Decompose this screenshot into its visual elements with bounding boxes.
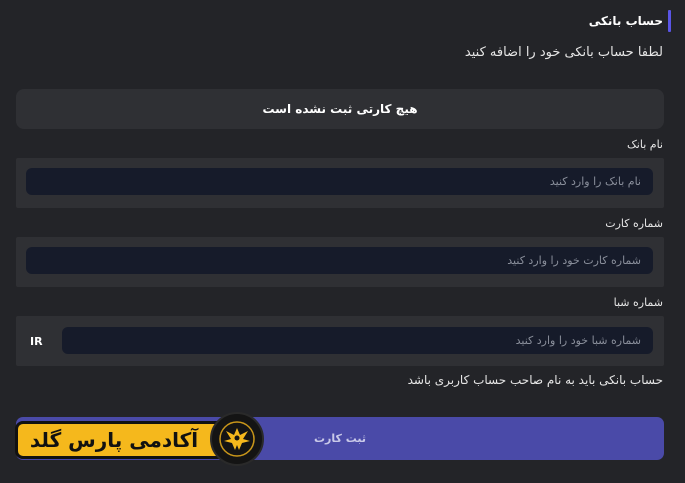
sheba-field-container: IR bbox=[16, 316, 664, 366]
brand-logo-badge: آکادمی پارس گلد bbox=[15, 421, 243, 459]
card-number-input[interactable] bbox=[26, 247, 653, 274]
bank-name-input[interactable] bbox=[26, 168, 653, 195]
section-subtitle: لطفا حساب بانکی خود را اضافه کنید bbox=[464, 45, 663, 60]
card-number-label: شماره کارت bbox=[605, 217, 663, 230]
sheba-prefix: IR bbox=[30, 334, 43, 348]
section-title: حساب بانکی bbox=[588, 10, 671, 32]
empty-cards-text: هیچ کارتی ثبت نشده است bbox=[262, 102, 418, 116]
bank-name-field-container bbox=[16, 158, 664, 208]
phoenix-icon bbox=[210, 412, 264, 466]
section-title-text: حساب بانکی bbox=[588, 14, 663, 28]
bank-name-label: نام بانک bbox=[626, 138, 663, 151]
submit-card-label: ثبت کارت bbox=[314, 432, 367, 445]
sheba-label: شماره شبا bbox=[613, 296, 663, 309]
brand-logo-text: آکادمی پارس گلد bbox=[29, 428, 199, 452]
sheba-input[interactable] bbox=[62, 327, 653, 354]
section-accent-bar bbox=[668, 10, 671, 32]
empty-cards-notice: هیچ کارتی ثبت نشده است bbox=[16, 89, 664, 129]
brand-logo: آکادمی پارس گلد bbox=[12, 412, 264, 468]
card-number-field-container bbox=[16, 237, 664, 287]
account-owner-note: حساب بانکی باید به نام صاحب حساب کاربری … bbox=[407, 373, 663, 387]
